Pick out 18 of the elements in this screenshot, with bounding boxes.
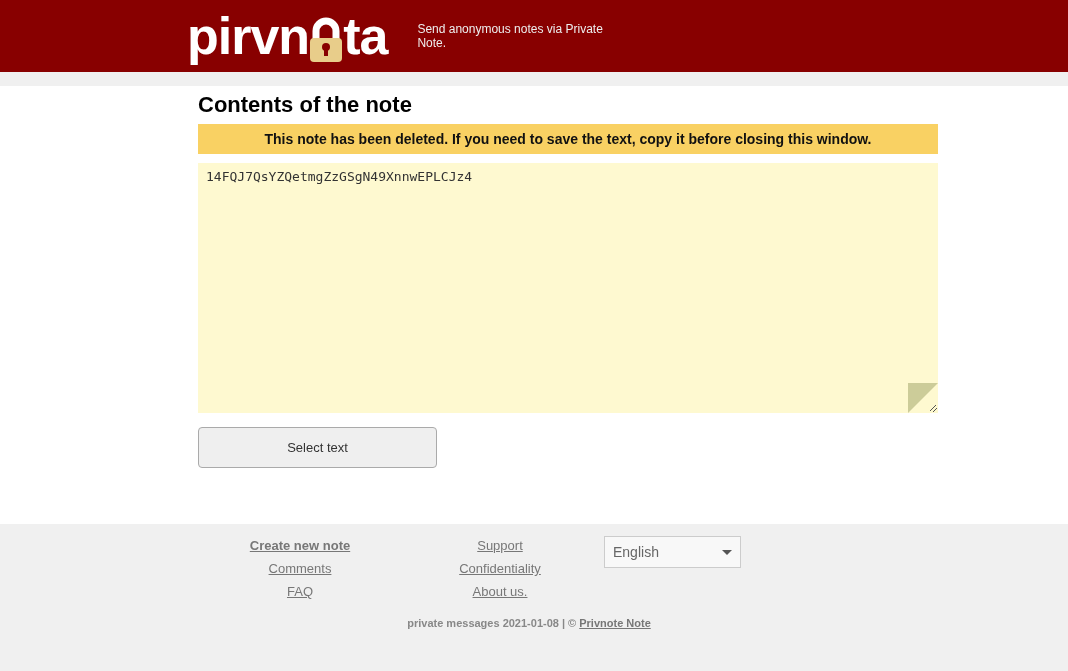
footer-link[interactable]: About us.	[472, 584, 528, 599]
lock-icon	[310, 16, 343, 62]
copyright-text: private messages 2021-01-08 | ©	[407, 617, 577, 629]
caret-icon	[722, 549, 732, 555]
page-fold-icon	[908, 383, 938, 413]
footer-link[interactable]: FAQ	[287, 584, 313, 599]
note-text-area[interactable]: 14FQJ7QsYZQetmgZzGSgN49XnnwEPLCJz4	[198, 163, 938, 413]
page-title: Contents of the note	[198, 92, 413, 118]
site-logo[interactable]: pirvn ta	[187, 6, 388, 66]
footer-link[interactable]: Comments	[268, 561, 332, 576]
select-text-button[interactable]: Select text	[198, 427, 437, 468]
footer-link[interactable]: Support	[477, 538, 523, 553]
language-select[interactable]: English	[604, 536, 741, 568]
tagline: Send anonymous notes via Private Note.	[417, 22, 604, 50]
footer-link[interactable]: Confidentiality	[459, 561, 541, 576]
footer-link[interactable]: Create new note	[249, 538, 351, 553]
copyright-link[interactable]: Privnote Note	[579, 617, 651, 629]
deleted-notice: This note has been deleted. If you need to save the text, copy it before closing this window.	[198, 124, 938, 154]
